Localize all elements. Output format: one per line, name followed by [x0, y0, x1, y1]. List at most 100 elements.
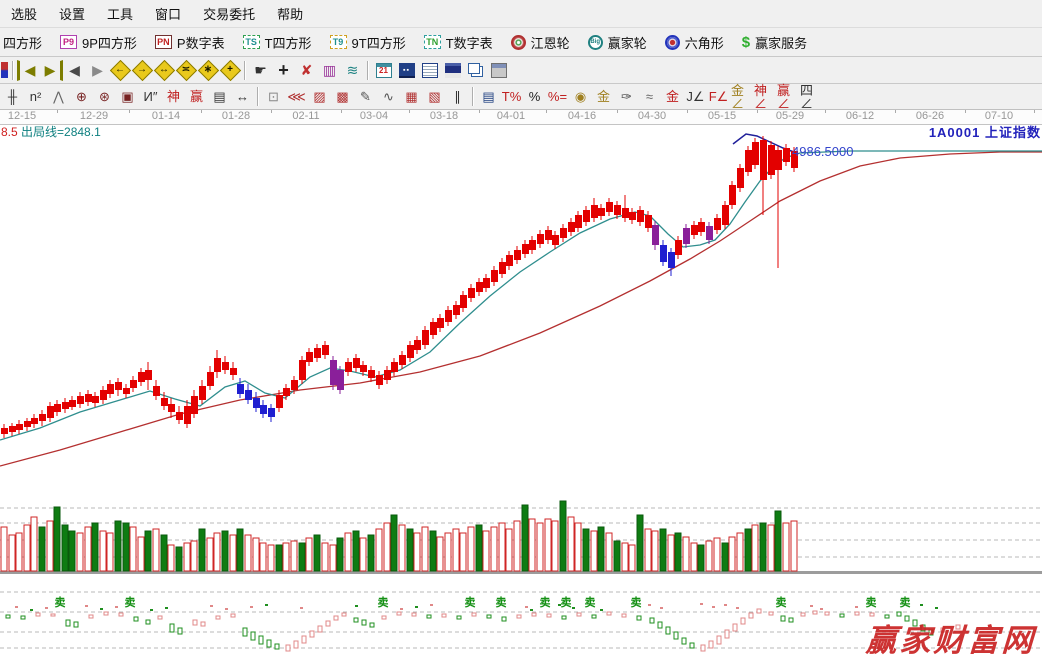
- angle-mirror-icon[interactable]: ⋀: [47, 86, 70, 107]
- ying-angle-icon[interactable]: 赢∠: [776, 86, 799, 107]
- tick-mark: [271, 110, 272, 113]
- gann-grid-icon[interactable]: ╫: [1, 86, 24, 107]
- erase-line-icon[interactable]: ✘: [295, 60, 318, 81]
- gold-lines-icon[interactable]: 金: [592, 86, 615, 107]
- circle-compass-icon[interactable]: ⊕: [70, 86, 93, 107]
- pan-hand-icon[interactable]: ☛: [249, 60, 272, 81]
- next-bar-icon[interactable]: ▶: [86, 60, 109, 81]
- gold-angle-icon[interactable]: 金∠: [730, 86, 753, 107]
- date-tick-04-01: 04-01: [497, 110, 525, 122]
- calculator-icon-glyph: ▪▪: [399, 63, 415, 78]
- radial-box-icon[interactable]: ▣: [116, 86, 139, 107]
- menu-trade-order[interactable]: 交易委托: [192, 1, 266, 26]
- gold-red-icon[interactable]: 金: [661, 86, 684, 107]
- red-grid-icon[interactable]: ▦: [400, 86, 423, 107]
- speed-line-icon[interactable]: И″: [139, 86, 162, 107]
- t-percent-icon[interactable]: T%: [500, 86, 523, 107]
- pan-right-icon-arrow: →: [137, 65, 147, 75]
- tick-mark: [479, 110, 480, 113]
- btn-9p-square[interactable]: P99P四方形: [51, 28, 146, 56]
- calendar-icon-glyph: 21: [376, 63, 392, 78]
- symbol-code: 1A0001: [929, 125, 981, 140]
- date-tick-12-29: 12-29: [80, 110, 108, 122]
- btn-t-table[interactable]: TNT数字表: [415, 28, 502, 56]
- purple-band-icon[interactable]: ▥: [318, 60, 341, 81]
- expand-h-icon[interactable]: ↔: [153, 60, 175, 81]
- print-icon[interactable]: [487, 60, 510, 81]
- btn-winner-service-icon: $: [742, 34, 750, 51]
- btn-t-square-label: T四方形: [265, 33, 312, 52]
- pencil-fan-icon[interactable]: ✎: [354, 86, 377, 107]
- btn-square[interactable]: 四方形: [0, 28, 51, 56]
- menu-settings[interactable]: 设置: [48, 1, 96, 26]
- percent-icon[interactable]: %: [523, 86, 546, 107]
- btn-gann-wheel[interactable]: 江恩轮: [502, 28, 579, 56]
- percent-lines-icon[interactable]: %=: [546, 86, 569, 107]
- fan-grid-icon[interactable]: ▩: [331, 86, 354, 107]
- last-bar-icon[interactable]: ▶: [40, 60, 63, 81]
- btn-9t-square-label: 9T四方形: [352, 33, 406, 52]
- btn-t-square[interactable]: TST四方形: [234, 28, 321, 56]
- btn-winner-service[interactable]: $赢家服务: [733, 28, 816, 56]
- radial-star-icon[interactable]: ⊛: [93, 86, 116, 107]
- ruler-123-icon[interactable]: ▤: [208, 86, 231, 107]
- menu-tools[interactable]: 工具: [96, 1, 144, 26]
- n-square-icon[interactable]: n²: [24, 86, 47, 107]
- btn-hexagon[interactable]: 六角形: [656, 28, 733, 56]
- menu-stock-pick[interactable]: 选股: [0, 1, 48, 26]
- gold-ring-icon[interactable]: ◉: [569, 86, 592, 107]
- menu-bar: 选股设置工具窗口交易委托帮助: [0, 0, 1042, 28]
- save-icon[interactable]: [441, 60, 464, 81]
- btn-winner-wheel-icon: Big: [588, 35, 603, 50]
- expand-all-icon[interactable]: +: [219, 60, 241, 81]
- si-angle-icon[interactable]: 四∠: [799, 86, 822, 107]
- grid-arrow-icon[interactable]: ▧: [423, 86, 446, 107]
- calendar-icon[interactable]: 21: [372, 60, 395, 81]
- calculator-icon[interactable]: ▪▪: [395, 60, 418, 81]
- drawing-toolbar: ╫n²⋀⊕⊛▣И″神赢▤↔⊡⋘▨▩✎∿▦▧∥▤T%%%=◉金✑≈金J∠F∠金∠神…: [0, 84, 1042, 110]
- svg-text:卖: 卖: [125, 595, 136, 609]
- hist-levels-icon[interactable]: ▤: [477, 86, 500, 107]
- crosshair-icon[interactable]: +: [272, 60, 295, 81]
- menu-help[interactable]: 帮助: [266, 1, 314, 26]
- menu-window[interactable]: 窗口: [144, 1, 192, 26]
- svg-text:卖: 卖: [900, 595, 911, 609]
- zoom-all-icon[interactable]: ∗: [197, 60, 219, 81]
- btn-p-table[interactable]: PNP数字表: [146, 28, 234, 56]
- expand-all-icon-arrow: +: [227, 65, 233, 75]
- notepad-icon-glyph: [422, 63, 438, 78]
- ying-tool-icon[interactable]: 赢: [185, 86, 208, 107]
- teal-curve-icon[interactable]: ≋: [341, 60, 364, 81]
- toolbar-separator: [257, 87, 259, 106]
- pan-right-icon[interactable]: →: [131, 60, 153, 81]
- date-tick-03-18: 03-18: [430, 110, 458, 122]
- j-angle-icon[interactable]: J∠: [684, 86, 707, 107]
- svg-text:卖: 卖: [631, 595, 642, 609]
- copy-chart-icon-glyph: [468, 63, 480, 74]
- shen-tool-icon[interactable]: 神: [162, 86, 185, 107]
- pan-left-icon[interactable]: ←: [109, 60, 131, 81]
- copy-chart-icon[interactable]: [464, 60, 487, 81]
- btn-hexagon-label: 六角形: [685, 33, 724, 52]
- btn-9t-square-icon: T9: [330, 35, 347, 49]
- box-select-icon[interactable]: ⊡: [262, 86, 285, 107]
- shen-angle-icon[interactable]: 神∠: [753, 86, 776, 107]
- parallel-lines-icon[interactable]: ∥: [446, 86, 469, 107]
- gann-fan-icon[interactable]: ⋘: [285, 86, 308, 107]
- wave-icon[interactable]: ∿: [377, 86, 400, 107]
- channel-wave-icon[interactable]: ≈: [638, 86, 661, 107]
- measure-width-icon[interactable]: ↔: [231, 86, 254, 107]
- compress-h-icon[interactable]: ≍: [175, 60, 197, 81]
- btn-winner-wheel[interactable]: Big赢家轮: [579, 28, 656, 56]
- moving-averages: [0, 134, 1042, 466]
- notepad-icon[interactable]: [418, 60, 441, 81]
- f-angle-icon[interactable]: F∠: [707, 86, 730, 107]
- svg-text:卖: 卖: [561, 595, 572, 609]
- btn-t-table-label: T数字表: [446, 33, 493, 52]
- brush-icon[interactable]: ✑: [615, 86, 638, 107]
- pan-left-icon-arrow: ←: [115, 65, 125, 75]
- fan-box-icon[interactable]: ▨: [308, 86, 331, 107]
- prev-bar-icon[interactable]: ◀: [63, 60, 86, 81]
- btn-9t-square[interactable]: T9 9T四方形: [321, 28, 415, 56]
- first-bar-icon[interactable]: ◀: [17, 60, 40, 81]
